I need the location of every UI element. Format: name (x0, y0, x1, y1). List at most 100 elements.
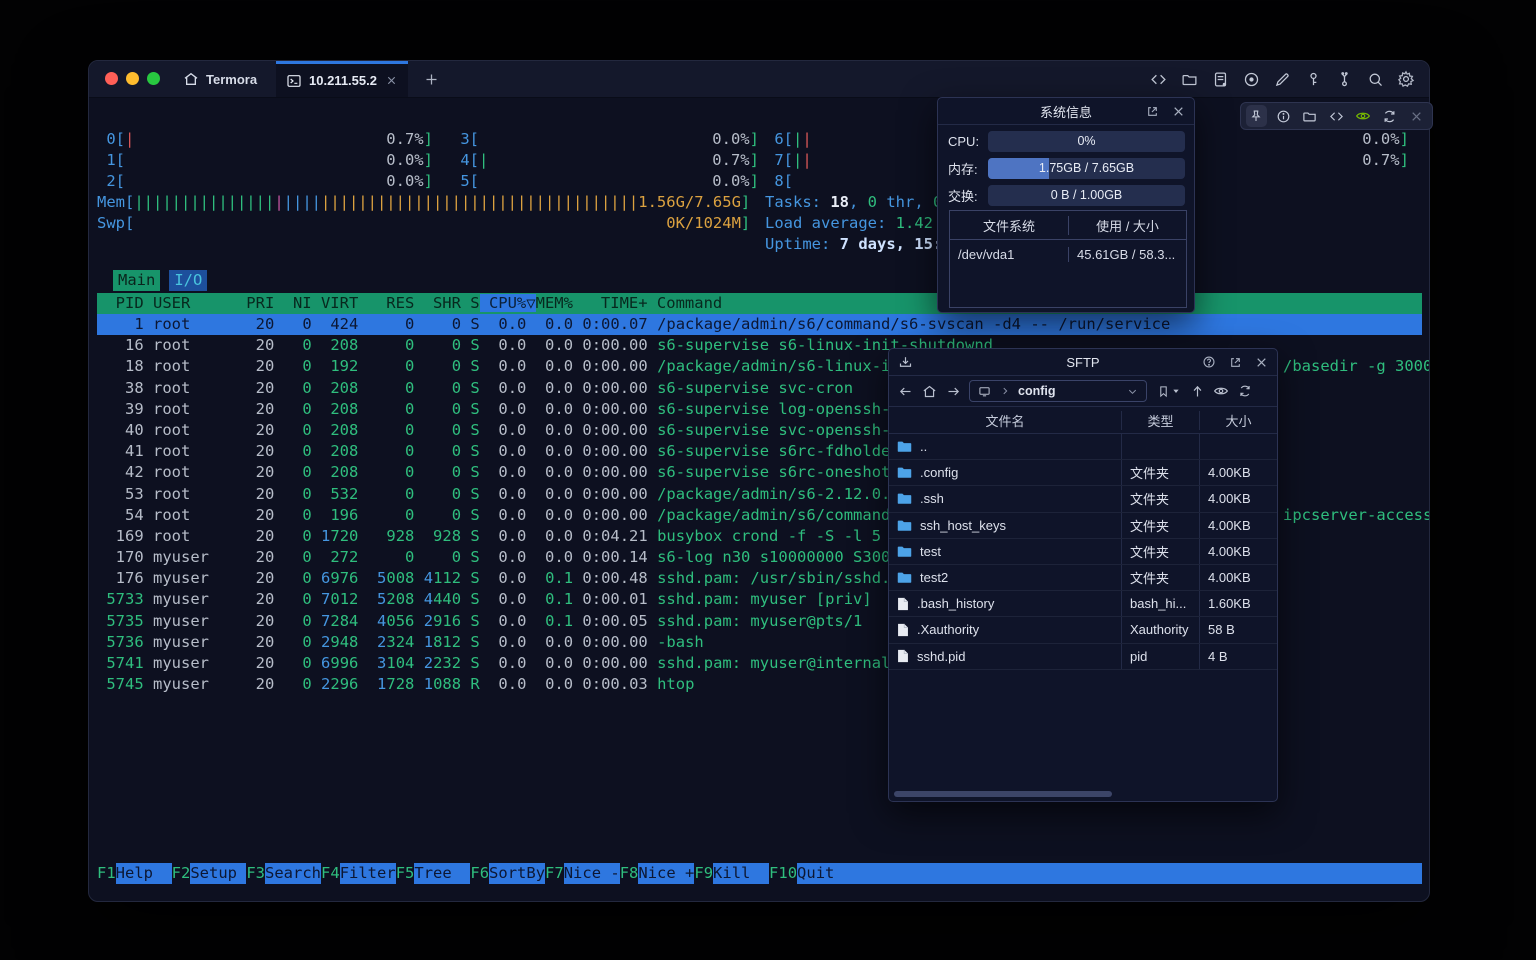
fkey-label-f5[interactable]: Tree (414, 863, 470, 884)
refresh-icon[interactable] (1237, 383, 1253, 399)
swap-meter: Swp[ 0K/1024M] (97, 213, 750, 234)
fkey-label-f7[interactable]: Nice - (564, 863, 620, 884)
tab-session[interactable]: 10.211.55.2 (276, 61, 408, 97)
forward-icon[interactable] (945, 383, 961, 399)
file-icon (897, 623, 909, 637)
document-icon[interactable] (1211, 70, 1229, 88)
sftp-file-list: ...config文件夹4.00KB.ssh文件夹4.00KBssh_host_… (889, 434, 1277, 670)
htop-tab-main[interactable]: Main (113, 270, 160, 291)
col-filename[interactable]: 文件名 (889, 411, 1121, 430)
folder-icon (897, 545, 912, 558)
bookmark-icon[interactable] (1155, 383, 1171, 399)
chevron-down-icon[interactable] (1124, 383, 1140, 399)
sftp-row-ssh_host_keys[interactable]: ssh_host_keys文件夹4.00KB (889, 513, 1277, 539)
fkey-label-f2[interactable]: Setup (190, 863, 246, 884)
info-icon[interactable] (1273, 105, 1294, 127)
gpu-eye-icon[interactable] (1353, 105, 1374, 127)
open-in-window-icon[interactable] (1227, 354, 1243, 370)
fkey-f1[interactable]: F1 (97, 863, 116, 884)
col-size[interactable]: 大小 (1199, 411, 1277, 430)
new-tab-button[interactable] (419, 67, 443, 91)
traffic-lights (105, 72, 160, 85)
eye-icon[interactable] (1213, 383, 1229, 399)
minimize-window-button[interactable] (126, 72, 139, 85)
uptime: Uptime: 7 days, 15:3 (765, 234, 952, 255)
fkey-label-f10[interactable]: Quit (797, 863, 1422, 884)
back-icon[interactable] (897, 383, 913, 399)
fkey-f4[interactable]: F4 (321, 863, 340, 884)
sysinfo-header: 系统信息 (938, 98, 1194, 125)
file-type (1121, 434, 1199, 459)
stat-progressbar: 0% (988, 131, 1185, 152)
key-icon[interactable] (1304, 70, 1322, 88)
sftp-panel: SFTP config (888, 348, 1278, 802)
fkey-f2[interactable]: F2 (172, 863, 191, 884)
tab-session-label: 10.211.55.2 (309, 73, 377, 88)
pin-icon[interactable] (1246, 105, 1267, 127)
fkey-label-f3[interactable]: Search (265, 863, 321, 884)
code-icon[interactable] (1149, 70, 1167, 88)
path-selector[interactable]: config (969, 380, 1147, 402)
fkey-label-f4[interactable]: Filter (340, 863, 396, 884)
upload-icon[interactable] (1189, 383, 1205, 399)
sftp-header: SFTP (889, 349, 1277, 376)
sftp-row-.bash_history[interactable]: .bash_historybash_hi...1.60KB (889, 591, 1277, 617)
refresh-icon[interactable] (1380, 105, 1401, 127)
fkey-f3[interactable]: F3 (246, 863, 265, 884)
filesystem-row[interactable]: /dev/vda1 45.61GB / 58.3... (950, 240, 1186, 268)
sftp-row-test[interactable]: test文件夹4.00KB (889, 539, 1277, 565)
process-row-1[interactable]: 1 root 20 0 424 0 0 S 0.0 0.0 0:00.07 /p… (97, 314, 1422, 335)
fkey-label-f9[interactable]: Kill (713, 863, 769, 884)
tab-close-icon[interactable] (386, 75, 397, 86)
close-icon[interactable] (1253, 354, 1269, 370)
keychain-icon[interactable] (1335, 70, 1353, 88)
sftp-column-headers: 文件名 类型 大小 (889, 407, 1277, 434)
folder-icon (897, 440, 912, 453)
htop-tab-io[interactable]: I/O (169, 270, 207, 291)
sftp-toolbar: config (889, 376, 1277, 407)
home-icon[interactable] (921, 383, 937, 399)
fkey-f7[interactable]: F7 (545, 863, 564, 884)
sftp-row-.ssh[interactable]: .ssh文件夹4.00KB (889, 486, 1277, 512)
file-type: 文件夹 (1121, 565, 1199, 590)
tasks-summary: Tasks: 18, 0 thr, 0 (765, 192, 942, 213)
gear-icon[interactable] (1397, 70, 1415, 88)
open-in-window-icon[interactable] (1144, 103, 1160, 119)
cpu-meter-5: 5[ 0.0%] (451, 171, 759, 192)
help-icon[interactable] (1201, 354, 1217, 370)
fkey-f9[interactable]: F9 (694, 863, 713, 884)
file-size: 4.00KB (1199, 513, 1277, 538)
fkey-f8[interactable]: F8 (620, 863, 639, 884)
sftp-row-..[interactable]: .. (889, 434, 1277, 460)
sftp-row-sshd.pid[interactable]: sshd.pidpid4 B (889, 644, 1277, 670)
pencil-icon[interactable] (1273, 70, 1291, 88)
horizontal-scrollbar[interactable] (894, 791, 1112, 797)
record-icon[interactable] (1242, 70, 1260, 88)
folder-icon[interactable] (1180, 70, 1198, 88)
tab-home[interactable]: Termora (169, 61, 271, 97)
code-icon[interactable] (1326, 105, 1347, 127)
zoom-window-button[interactable] (147, 72, 160, 85)
fkey-f5[interactable]: F5 (396, 863, 415, 884)
stat-value: 0 B / 1.00GB (988, 185, 1185, 206)
col-type[interactable]: 类型 (1121, 411, 1199, 430)
fkey-label-f8[interactable]: Nice + (638, 863, 694, 884)
fkey-label-f6[interactable]: SortBy (489, 863, 545, 884)
search-icon[interactable] (1366, 70, 1384, 88)
sftp-row-.config[interactable]: .config文件夹4.00KB (889, 460, 1277, 486)
folder-icon[interactable] (1299, 105, 1320, 127)
close-window-button[interactable] (105, 72, 118, 85)
file-size: 4.00KB (1199, 539, 1277, 564)
sftp-row-.Xauthority[interactable]: .XauthorityXauthority58 B (889, 617, 1277, 643)
file-type: 文件夹 (1121, 486, 1199, 511)
sftp-row-test2[interactable]: test2文件夹4.00KB (889, 565, 1277, 591)
close-icon[interactable] (1406, 105, 1427, 127)
fkey-f10[interactable]: F10 (769, 863, 797, 884)
file-name: .bash_history (917, 596, 994, 611)
process-table-header[interactable]: PID USER PRI NI VIRT RES SHR S CPU%▽MEM%… (97, 293, 1422, 314)
close-icon[interactable] (1170, 103, 1186, 119)
fkey-f6[interactable]: F6 (470, 863, 489, 884)
fkey-label-f1[interactable]: Help (116, 863, 172, 884)
stat-label: 交换: (948, 186, 988, 205)
bookmark-dropdown-icon[interactable] (1171, 383, 1181, 399)
